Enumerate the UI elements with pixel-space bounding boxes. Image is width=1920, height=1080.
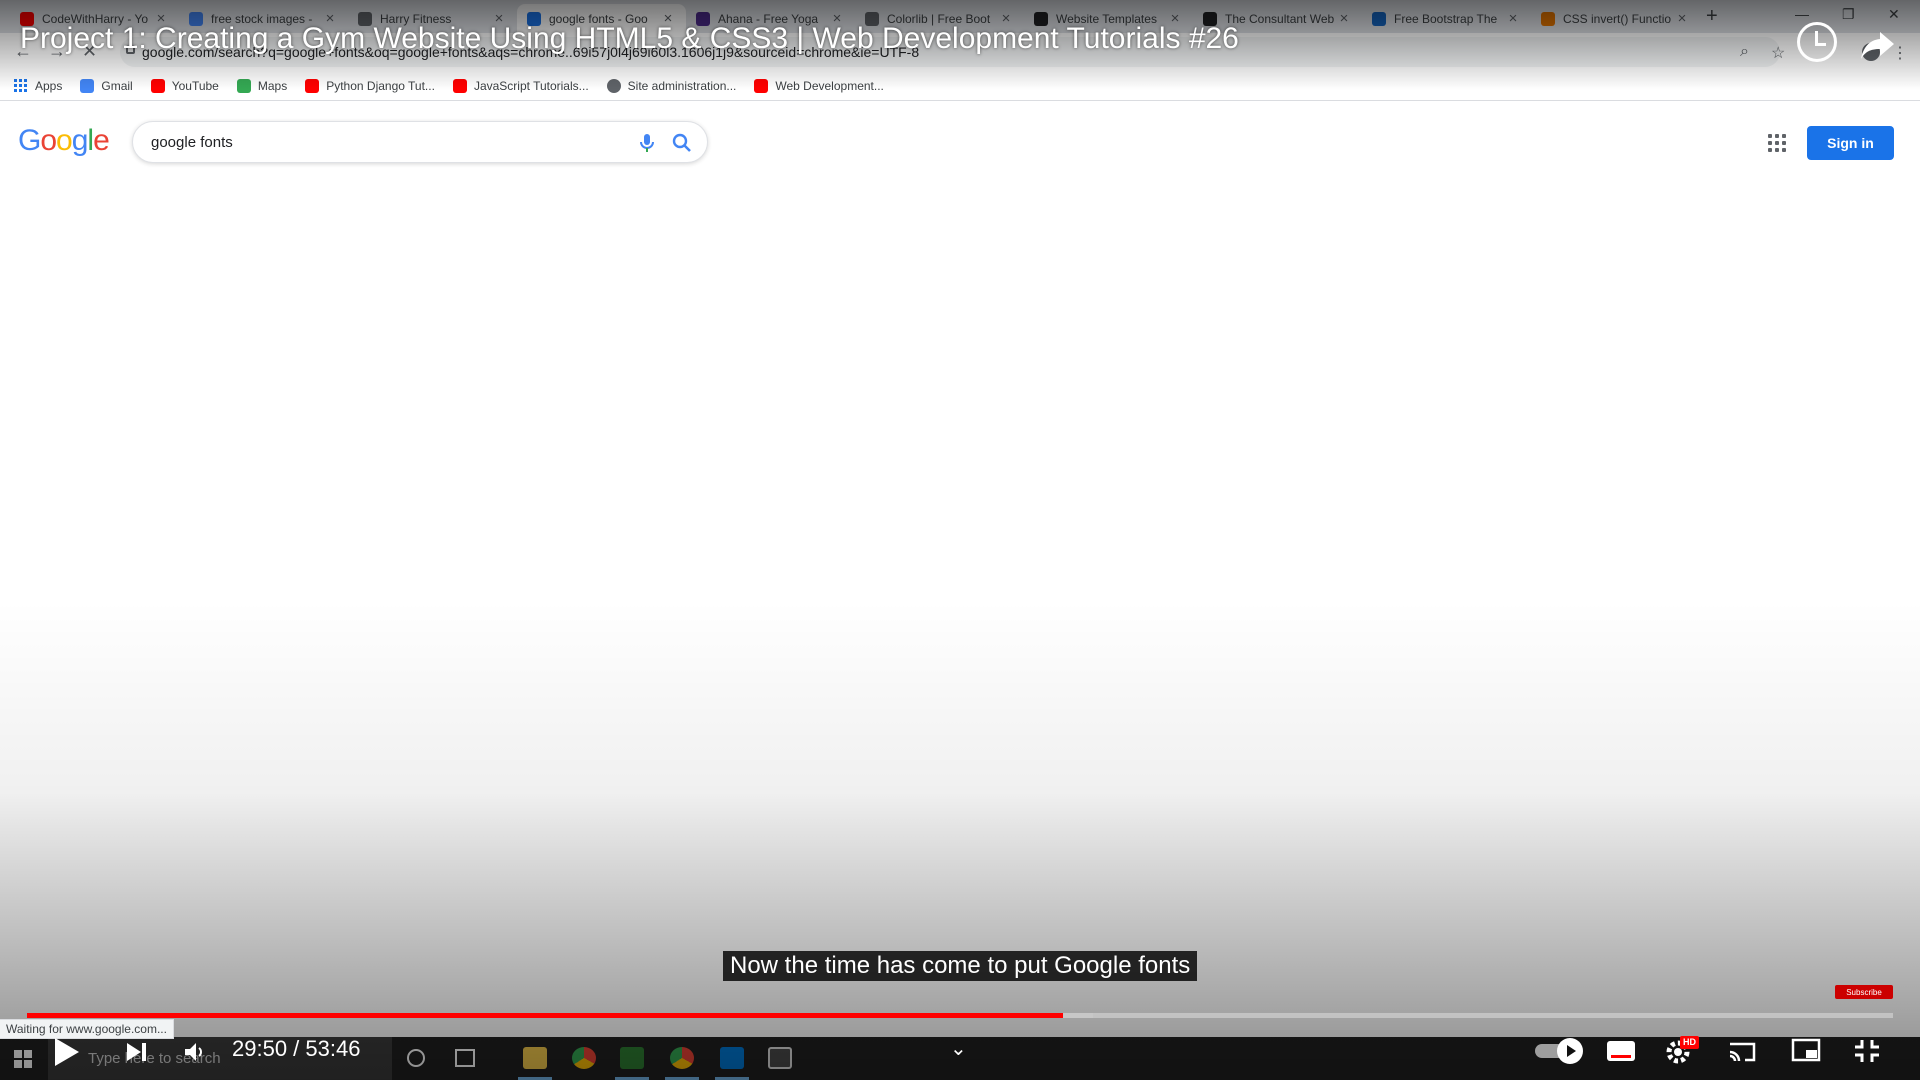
close-window-icon[interactable]: ✕	[1888, 6, 1900, 23]
bookmark-item[interactable]: Maps	[236, 78, 288, 93]
subscribe-watermark[interactable]: Subscribe	[1835, 985, 1893, 999]
closed-caption-text: Now the time has come to put Google font…	[723, 951, 1198, 981]
bookmark-item[interactable]: Gmail	[80, 78, 133, 93]
bookmark-label: JavaScript Tutorials...	[473, 78, 589, 93]
bookmark-label: Web Development...	[775, 78, 884, 93]
bookmark-label: YouTube	[171, 78, 219, 93]
youtube-icon	[305, 78, 320, 93]
tab-close-icon[interactable]: ×	[1674, 10, 1690, 27]
browser-tab[interactable]: CSS invert() Functio ×	[1531, 4, 1700, 33]
google-g-icon	[80, 78, 95, 93]
subtitles-cc-icon[interactable]	[1607, 1041, 1635, 1061]
photos-taskbar-icon[interactable]	[768, 1047, 792, 1069]
chrome-taskbar-icon[interactable]	[572, 1047, 596, 1069]
chevron-down-icon[interactable]: ⌄	[950, 1036, 967, 1061]
logo-letter: e	[93, 124, 110, 157]
search-magnifier-icon[interactable]	[671, 132, 693, 154]
bookmark-label: Python Django Tut...	[326, 78, 435, 93]
vscode-taskbar-icon[interactable]	[720, 1047, 744, 1069]
player-bottom-gradient	[0, 600, 1920, 1080]
logo-letter: o	[56, 124, 73, 157]
bookmark-item[interactable]: YouTube	[150, 78, 219, 93]
task-view-icon[interactable]	[455, 1049, 475, 1067]
bookmarks-bar: Apps Gmail YouTube Maps Python Django Tut...…	[0, 71, 1920, 101]
cortana-circle-icon[interactable]	[407, 1049, 425, 1067]
bootstrap-icon	[1372, 11, 1386, 26]
globe-icon	[606, 78, 621, 93]
tab-title: CSS invert() Functio	[1563, 11, 1672, 26]
search-box[interactable]	[132, 121, 708, 163]
new-tab-plus-icon[interactable]: +	[1706, 5, 1718, 28]
next-video-icon[interactable]	[125, 1041, 147, 1063]
sign-in-button[interactable]: Sign in	[1807, 126, 1894, 160]
bookmark-item[interactable]: Apps	[14, 79, 62, 93]
youtube-icon	[150, 78, 165, 93]
logo-letter: g	[71, 124, 89, 157]
zoom-magnifier-icon[interactable]: ⌕	[1740, 43, 1749, 61]
restore-window-icon[interactable]: ❐	[1842, 6, 1855, 23]
bookmark-item[interactable]: Web Development...	[754, 78, 884, 93]
minimize-window-icon[interactable]: —	[1795, 6, 1809, 22]
bookmark-item[interactable]: JavaScript Tutorials...	[452, 78, 589, 93]
bookmark-label: Site administration...	[627, 78, 737, 93]
notepad-taskbar-icon[interactable]	[620, 1047, 644, 1069]
share-arrow-icon[interactable]	[1858, 24, 1898, 64]
youtube-icon	[452, 78, 467, 93]
video-title[interactable]: Project 1: Creating a Gym Website Using …	[20, 22, 1239, 56]
logo-letter: G	[18, 124, 41, 157]
bookmark-item[interactable]: Site administration...	[606, 78, 737, 93]
windows-start-icon[interactable]	[14, 1050, 32, 1068]
bookmark-label: Apps	[35, 78, 63, 93]
play-icon[interactable]	[55, 1038, 79, 1066]
microphone-icon[interactable]	[637, 132, 657, 154]
video-progress-bar[interactable]	[27, 1013, 1893, 1018]
tab-close-icon[interactable]: ×	[1336, 10, 1352, 27]
cast-icon[interactable]	[1727, 1040, 1757, 1064]
bookmark-star-icon[interactable]: ☆	[1771, 43, 1785, 63]
bookmark-label: Gmail	[101, 78, 133, 93]
maps-icon	[236, 78, 251, 93]
exit-fullscreen-icon[interactable]	[1852, 1038, 1882, 1064]
browser-status-bubble: Waiting for www.google.com...	[0, 1019, 174, 1039]
logo-letter: o	[40, 124, 57, 157]
file-explorer-icon[interactable]	[523, 1047, 547, 1069]
tab-title: Free Bootstrap The	[1394, 11, 1498, 26]
time-display: 29:50 / 53:46	[232, 1036, 361, 1061]
site-icon	[1541, 11, 1555, 26]
watch-later-clock-icon[interactable]	[1797, 22, 1837, 62]
tab-title: The Consultant Web	[1225, 11, 1335, 26]
tab-close-icon[interactable]: ×	[1505, 10, 1521, 27]
hd-badge: HD	[1680, 1036, 1699, 1049]
miniplayer-icon[interactable]	[1791, 1038, 1821, 1062]
browser-tab[interactable]: Free Bootstrap The ×	[1362, 4, 1531, 33]
volume-icon[interactable]	[182, 1040, 206, 1064]
youtube-icon	[754, 78, 769, 93]
google-apps-grid-icon[interactable]	[1768, 134, 1786, 152]
google-logo[interactable]: Google	[18, 124, 110, 158]
search-input[interactable]	[151, 132, 611, 152]
bookmark-item[interactable]: Python Django Tut...	[305, 78, 435, 93]
autoplay-toggle[interactable]	[1533, 1038, 1589, 1064]
chrome-window-taskbar-icon[interactable]	[670, 1047, 694, 1069]
autoplay-play-icon	[1557, 1038, 1583, 1064]
apps-grid-icon	[14, 79, 27, 92]
bookmark-label: Maps	[257, 78, 288, 93]
played-bar	[27, 1013, 1063, 1018]
